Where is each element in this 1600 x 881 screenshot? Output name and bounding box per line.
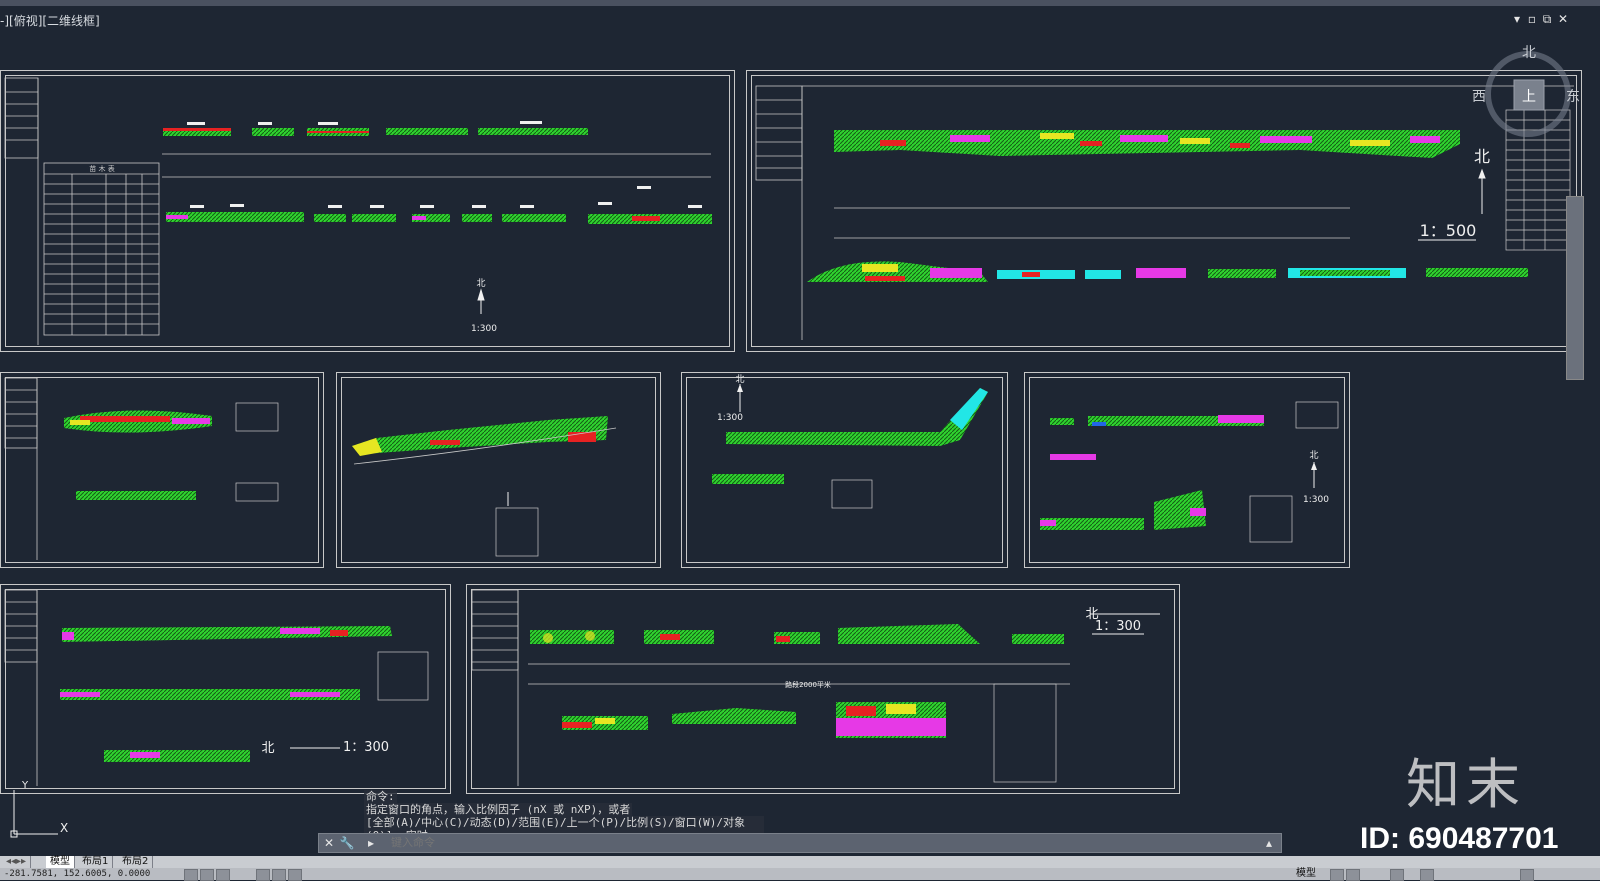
viewcube-north[interactable]: 北	[1522, 42, 1536, 62]
sheet1-north-arrow	[477, 288, 485, 314]
sheet3-title-column	[4, 377, 38, 560]
sheet1-north-label: 北	[476, 278, 485, 289]
model-space-status[interactable]: 模型	[1296, 868, 1316, 880]
quick-view-drawings-icon[interactable]	[1346, 869, 1360, 881]
viewcube-top-face[interactable]: 上	[1522, 86, 1536, 106]
sheet5-north-label: 北	[735, 374, 744, 385]
ortho-toggle-icon[interactable]	[216, 869, 230, 881]
command-history-toggle-icon[interactable]: ▴	[1261, 835, 1277, 851]
viewcube-west[interactable]: 西	[1472, 86, 1486, 106]
otrack-toggle-icon[interactable]	[288, 869, 302, 881]
sheet7-north-label: 北	[261, 741, 274, 756]
sheet2-north-label: 北	[1474, 147, 1490, 166]
command-history-line-1: 命令:	[364, 790, 397, 803]
sheet2-north-arrow	[1478, 168, 1486, 214]
sheet5-scale: 1:300	[717, 413, 743, 423]
sheet8-title-column	[471, 589, 519, 786]
coordinate-readout: -281.7581, 152.6005, 0.0000	[4, 869, 151, 879]
sheet8-planting	[528, 613, 1160, 783]
snap-toggle-icon[interactable]	[184, 869, 198, 881]
sheet2-title-column	[755, 85, 1574, 340]
sheet5-planting	[712, 384, 988, 509]
sheet3-planting	[64, 402, 279, 502]
annotation-scale-icon[interactable]	[1390, 869, 1404, 881]
sheet6-scale: 1:300	[1303, 495, 1329, 505]
tab-nav-arrows-icon[interactable]: ◂◂▸▸	[2, 856, 32, 868]
navigation-bar[interactable]	[1566, 196, 1584, 380]
tab-layout2[interactable]: 布局2	[118, 856, 154, 868]
watermark-id: ID: 690487701	[1360, 822, 1559, 855]
viewcube[interactable]: 北 西 东 上	[1472, 42, 1580, 142]
sheet1-table-title: 苗 木 表	[89, 164, 114, 173]
ucs-y-label: Y	[21, 780, 29, 791]
viewcube-east[interactable]: 东	[1566, 86, 1580, 106]
command-prompt-icon: ▸	[367, 836, 375, 850]
command-history-line-2: 指定窗口的角点，输入比例因子 (nX 或 nXP)，或者	[364, 803, 633, 816]
tab-layout1[interactable]: 布局1	[78, 856, 114, 868]
osnap-toggle-icon[interactable]	[272, 869, 286, 881]
status-bar: -281.7581, 152.6005, 0.0000 模型	[0, 868, 1600, 881]
quick-view-layouts-icon[interactable]	[1330, 869, 1344, 881]
grid-toggle-icon[interactable]	[200, 869, 214, 881]
ucs-icon	[10, 790, 58, 838]
sheet2-scale: 1：500	[1420, 221, 1477, 240]
sheet6-north-label: 北	[1309, 450, 1318, 461]
sheet1-plant-table	[43, 162, 160, 336]
customize-wrench-icon[interactable]: 🔧	[339, 835, 355, 851]
ucs-x-label: X	[60, 821, 68, 835]
sheet4-planting	[352, 416, 617, 557]
sheet6-planting	[1040, 401, 1339, 543]
clean-screen-icon[interactable]	[1520, 869, 1534, 881]
sheet1-separators	[162, 153, 711, 178]
close-command-icon[interactable]: ✕	[321, 835, 337, 851]
sheet2-separators	[834, 207, 1350, 239]
watermark-logo: 知末	[1406, 753, 1526, 816]
sheet1-title-column	[4, 77, 39, 345]
command-bar: ✕ 🔧 ▸ ▴	[318, 833, 1282, 853]
sheet8-scale: 1：300	[1095, 619, 1141, 634]
sheet8-note: 路段2000平米	[785, 680, 831, 689]
sheet1-scale: 1:300	[471, 324, 497, 334]
sheet1-planting-strips	[163, 128, 712, 224]
tab-model[interactable]: 模型	[46, 856, 75, 868]
layout-tab-bar: ◂◂▸▸ 模型 布局1 布局2	[0, 856, 1600, 868]
sheet2-planting-plan	[807, 130, 1528, 282]
cad-drawing-canvas[interactable]: 苗 木 表 北 1:300 北 1：500 北 1:300 北 1:300 北 …	[0, 0, 1600, 880]
sheet7-scale: 1：300	[343, 740, 389, 755]
polar-toggle-icon[interactable]	[256, 869, 270, 881]
command-input[interactable]	[389, 835, 1263, 851]
workspace-switch-icon[interactable]	[1420, 869, 1434, 881]
sheet7-title-column	[4, 589, 38, 786]
